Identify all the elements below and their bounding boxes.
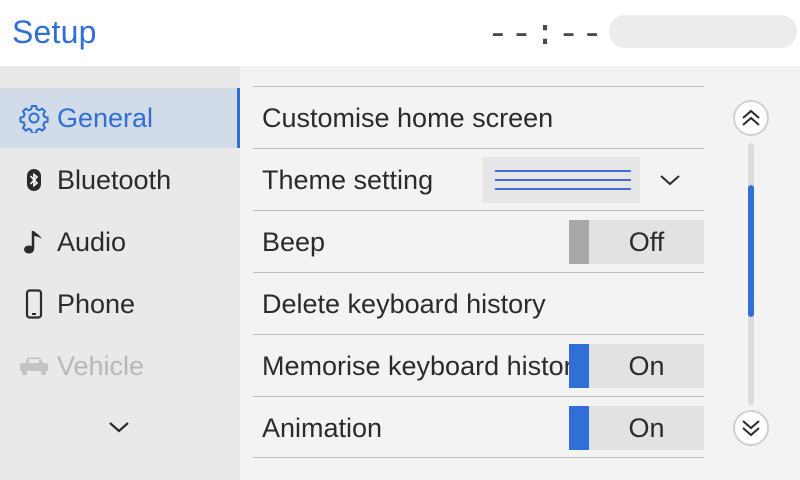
phone-icon [14,289,54,319]
toggle-value: On [628,413,665,443]
sidebar-item-label: Vehicle [57,350,145,381]
chevron-down-icon[interactable] [104,414,134,440]
sidebar-item-general[interactable]: General [0,88,240,148]
double-chevron-up-icon[interactable] [733,100,769,136]
sidebar-item-vehicle[interactable]: Vehicle [0,336,240,396]
setting-row-beep[interactable]: Beep Off [253,210,704,272]
toggle-value: On [628,351,665,381]
setting-row-customise-home[interactable]: Customise home screen [253,86,704,148]
scrollbar[interactable] [748,143,754,405]
sidebar-item-label: Bluetooth [57,164,172,195]
setting-row-delete-keyboard-history[interactable]: Delete keyboard history [253,272,704,334]
header-bar: Setup --:-- [0,0,800,66]
theme-preview[interactable] [483,157,640,203]
sidebar-item-label: Phone [57,288,136,319]
music-note-icon [14,228,54,256]
setting-label: Theme setting [262,165,434,195]
memorise-keyboard-history-toggle[interactable]: On [569,344,704,388]
page-title: Setup [12,14,97,50]
beep-toggle[interactable]: Off [569,220,704,264]
setting-row-theme[interactable]: Theme setting [253,148,704,210]
double-chevron-down-icon[interactable] [733,410,769,446]
sidebar-item-label: Audio [57,226,127,257]
setting-label: Beep [262,227,326,257]
toggle-indicator [569,344,589,388]
scrollbar-thumb[interactable] [748,185,754,317]
toggle-value: Off [628,227,665,257]
car-icon [14,355,54,377]
animation-toggle[interactable]: On [569,406,704,450]
toggle-indicator [569,220,589,264]
sidebar-item-label: General [57,102,154,133]
chevron-down-icon[interactable] [655,165,685,195]
setting-label: Customise home screen [262,103,554,133]
sidebar-item-audio[interactable]: Audio [0,212,240,272]
status-pill [609,15,797,48]
clock: --:-- [487,14,606,55]
setting-label: Animation [262,413,383,443]
gear-icon [14,103,54,133]
setting-label: Memorise keyboard history [262,351,587,381]
setting-label: Delete keyboard history [262,289,546,319]
sidebar-item-phone[interactable]: Phone [0,274,240,334]
setting-row-animation[interactable]: Animation On [253,396,704,458]
setting-row-memorise-keyboard-history[interactable]: Memorise keyboard history On [253,334,704,396]
bluetooth-icon [14,168,54,192]
active-indicator [237,88,240,148]
toggle-indicator [569,406,589,450]
sidebar-item-bluetooth[interactable]: Bluetooth [0,150,240,210]
